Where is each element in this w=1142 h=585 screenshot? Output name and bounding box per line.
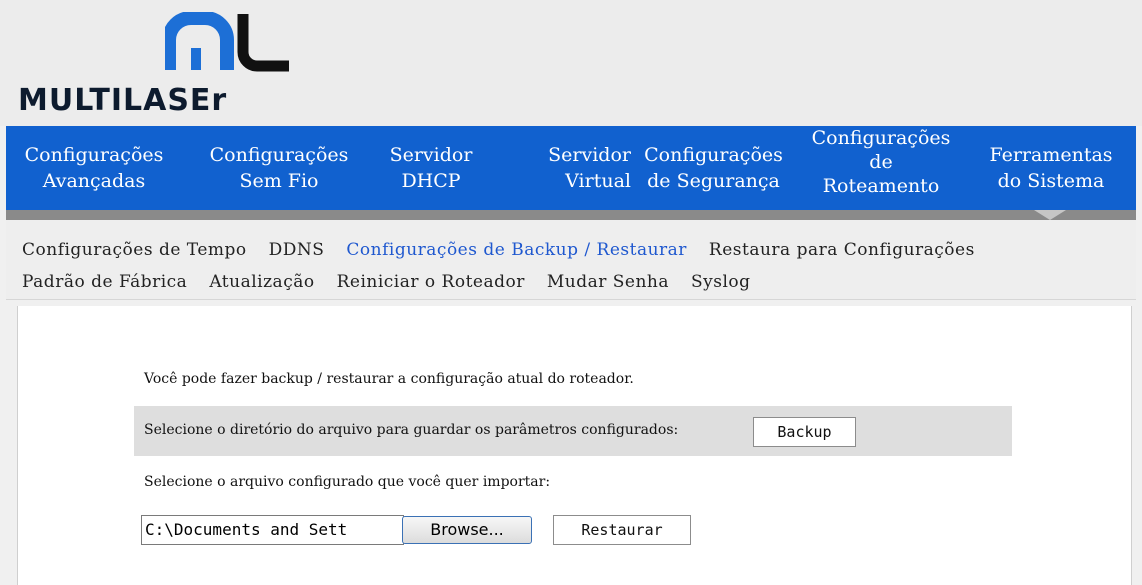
sub-nav: Configurações de Tempo DDNS Configurações … — [6, 220, 1136, 300]
nav-dhcp-server[interactable]: Servidor DHCP — [376, 126, 486, 210]
intro-text: Você pode fazer backup / restaurar a con… — [144, 371, 634, 387]
brand-name: MULTILASEr — [18, 83, 228, 118]
subnav-factory-defaults-cont[interactable]: Padrão de Fábrica — [22, 272, 187, 292]
nav-security-settings[interactable]: Configurações de Segurança — [631, 126, 796, 210]
subnav-ddns[interactable]: DDNS — [269, 240, 325, 260]
restore-button[interactable]: Restaurar — [553, 515, 691, 545]
nav-wireless-settings[interactable]: Configurações Sem Fio — [182, 126, 376, 210]
header: MULTILASEr — [0, 0, 1142, 126]
sub-nav-row-2: Padrão de Fábrica Atualização Reiniciar o … — [22, 272, 773, 292]
multilaser-logo-icon — [165, 12, 289, 72]
file-path-input[interactable]: C:\Documents and Sett — [141, 515, 404, 545]
nav-advanced-settings[interactable]: Configurações Avançadas — [6, 126, 182, 210]
backup-row: Selecione o diretório do arquivo para gu… — [134, 406, 1012, 456]
nav-routing-settings[interactable]: Configurações de Roteamento — [796, 126, 966, 210]
nav-system-tools[interactable]: Ferramentas do Sistema — [966, 126, 1136, 210]
backup-button[interactable]: Backup — [753, 417, 856, 447]
subnav-time-settings[interactable]: Configurações de Tempo — [22, 240, 247, 260]
content-panel: Você pode fazer backup / restaurar a con… — [17, 306, 1132, 585]
subnav-upgrade[interactable]: Atualização — [209, 272, 314, 292]
subnav-factory-defaults[interactable]: Restaura para Configurações — [709, 240, 975, 260]
browse-button[interactable]: Browse... — [402, 516, 532, 544]
subnav-backup-restore[interactable]: Configurações de Backup / Restaurar — [346, 240, 687, 260]
subnav-syslog[interactable]: Syslog — [691, 272, 751, 292]
active-menu-arrow-icon — [1034, 210, 1066, 220]
nav-virtual-server[interactable]: Servidor Virtual — [486, 126, 631, 210]
nav-divider — [6, 210, 1136, 220]
subnav-reboot-router[interactable]: Reiniciar o Roteador — [337, 272, 525, 292]
subnav-change-password[interactable]: Mudar Senha — [547, 272, 669, 292]
sub-nav-row-1: Configurações de Tempo DDNS Configurações … — [22, 240, 975, 260]
import-label: Selecione o arquivo configurado que você… — [144, 474, 551, 490]
backup-label: Selecione o diretório do arquivo para gu… — [144, 422, 679, 438]
main-nav: Configurações Avançadas Configurações Se… — [6, 126, 1136, 210]
